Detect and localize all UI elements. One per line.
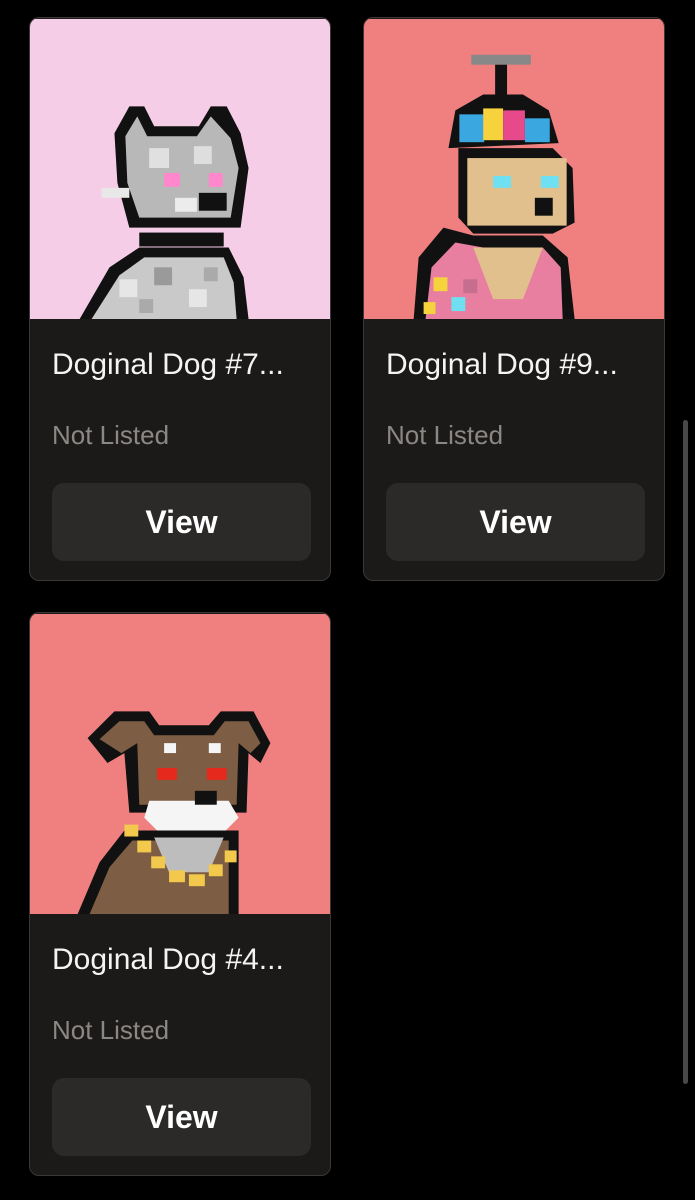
nft-title: Doginal Dog #9... bbox=[386, 348, 618, 381]
listing-status: Not Listed bbox=[386, 420, 504, 450]
listing-status: Not Listed bbox=[52, 1015, 170, 1045]
nft-card[interactable]: Doginal Dog #4... Not Listed View bbox=[29, 612, 331, 1176]
nft-title: Doginal Dog #7... bbox=[52, 348, 284, 381]
nft-image[interactable] bbox=[30, 18, 330, 320]
view-button[interactable]: View bbox=[52, 483, 311, 561]
nft-card[interactable]: Doginal Dog #7... Not Listed View bbox=[29, 17, 331, 581]
nft-card[interactable]: Doginal Dog #9... Not Listed View bbox=[363, 17, 665, 581]
propeller-hat-pixel-dog-icon bbox=[364, 19, 664, 319]
listing-status: Not Listed bbox=[52, 420, 170, 450]
nft-image[interactable] bbox=[30, 613, 330, 915]
nft-title: Doginal Dog #4... bbox=[52, 943, 284, 976]
brown-pixel-dog-icon bbox=[30, 614, 330, 914]
view-button[interactable]: View bbox=[386, 483, 645, 561]
white-pixel-dog-icon bbox=[30, 19, 330, 319]
view-button[interactable]: View bbox=[52, 1078, 311, 1156]
scrollbar[interactable] bbox=[683, 420, 688, 1084]
nft-image[interactable] bbox=[364, 18, 664, 320]
